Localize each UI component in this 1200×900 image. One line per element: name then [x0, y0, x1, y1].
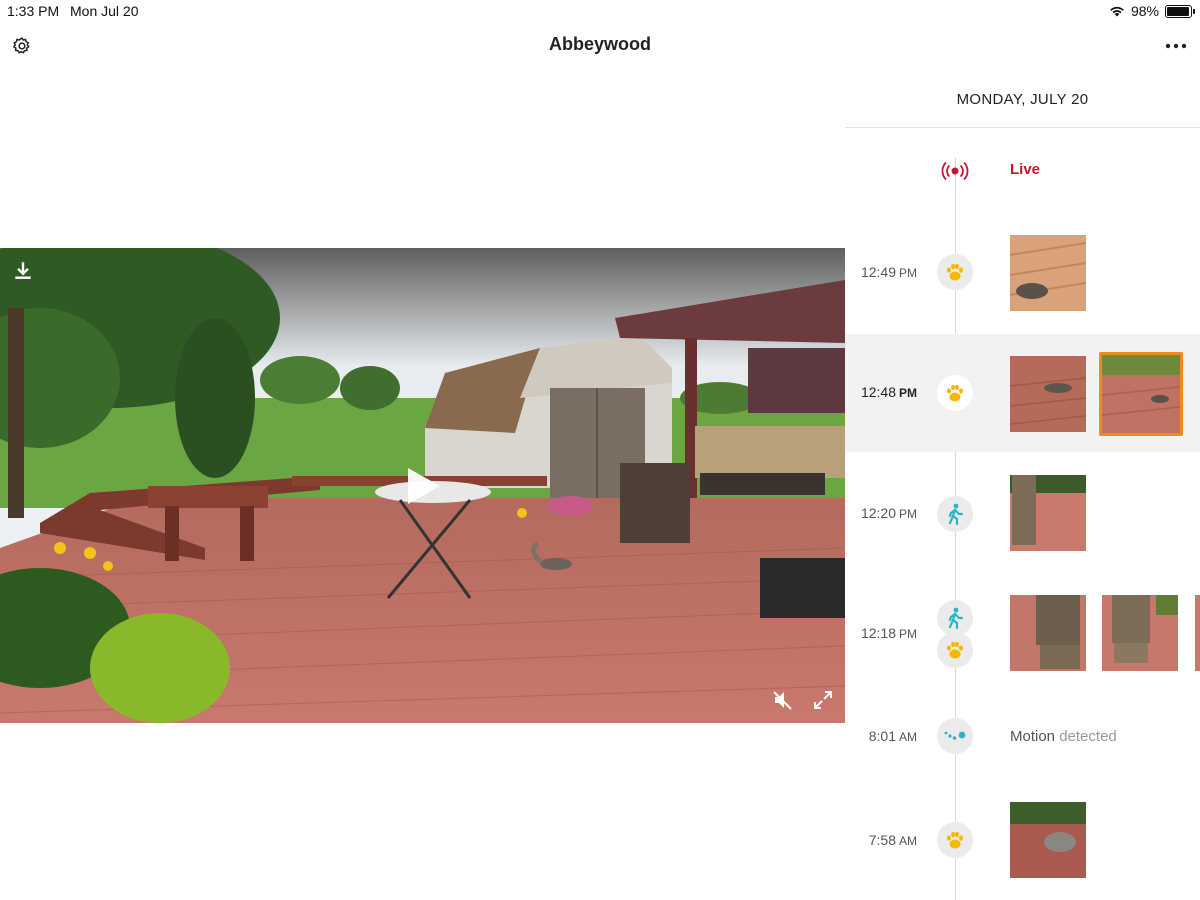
- page-title: Abbeywood: [549, 34, 651, 54]
- status-bar: 1:33 PM Mon Jul 20 98%: [0, 0, 1200, 24]
- timeline-event-row-selected[interactable]: 12:48 PM: [845, 334, 1200, 452]
- person-walking-icon: [948, 607, 964, 629]
- event-thumbnail[interactable]: [1102, 595, 1178, 671]
- ellipsis-icon[interactable]: [1164, 36, 1188, 56]
- speaker-muted-icon[interactable]: [772, 689, 794, 711]
- event-time: 12:18 PM: [860, 625, 917, 641]
- wifi-icon: [1110, 6, 1124, 17]
- event-node-secondary: [937, 632, 973, 668]
- paw-icon: [947, 831, 963, 849]
- event-time: 12:48 PM: [860, 384, 917, 400]
- paw-icon: [947, 263, 963, 281]
- event-time: 8:01 AM: [868, 728, 917, 744]
- timeline-panel: MONDAY, JULY 20 Live 12:49 PM 12:48 PM 1…: [845, 72, 1200, 900]
- timeline-event-row[interactable]: 12:49 PM: [845, 224, 1200, 324]
- event-time: 12:20 PM: [860, 505, 917, 521]
- live-broadcast-icon: [941, 161, 969, 181]
- timeline-live-row[interactable]: Live: [845, 158, 1200, 188]
- battery-percent: 98%: [1130, 3, 1159, 19]
- event-thumbnail[interactable]: [1010, 475, 1086, 551]
- nav-bar: Abbeywood: [0, 24, 1200, 68]
- event-thumbnail[interactable]: [1010, 235, 1086, 311]
- person-walking-icon: [948, 503, 964, 525]
- status-right: 98%: [1109, 3, 1195, 19]
- event-thumbnail-partial[interactable]: [1195, 595, 1200, 671]
- event-node: [937, 600, 973, 636]
- timeline-date-header: MONDAY, JULY 20: [845, 72, 1200, 128]
- timeline-event-row[interactable]: 12:20 PM: [845, 464, 1200, 564]
- battery-icon: [1165, 4, 1195, 18]
- live-label: Live: [1010, 161, 1041, 178]
- event-thumbnail-active[interactable]: [1099, 352, 1183, 436]
- download-icon[interactable]: [12, 260, 34, 282]
- paw-icon: [947, 384, 963, 402]
- status-date: Mon Jul 20: [70, 3, 139, 19]
- event-thumbnail[interactable]: [1010, 595, 1086, 671]
- event-node: [937, 496, 973, 532]
- timeline-event-row[interactable]: 12:18 PM: [845, 584, 1200, 684]
- paw-icon: [947, 641, 963, 659]
- event-node: [937, 254, 973, 290]
- expand-icon[interactable]: [812, 689, 834, 711]
- timeline-event-row-motion[interactable]: 8:01 AM Motion detected: [845, 714, 1200, 758]
- status-time: 1:33 PM: [7, 3, 60, 19]
- event-thumbnail[interactable]: [1010, 356, 1086, 432]
- timeline-event-row[interactable]: 7:58 AM: [845, 790, 1200, 890]
- play-icon[interactable]: [402, 466, 442, 506]
- event-node: [937, 718, 973, 754]
- event-time: 7:58 AM: [868, 832, 917, 848]
- event-time: 12:49 PM: [860, 264, 917, 280]
- event-thumbnail[interactable]: [1010, 802, 1086, 878]
- motion-dots-icon: [944, 731, 966, 740]
- motion-label: Motion detected: [1010, 728, 1117, 745]
- event-node: [937, 822, 973, 858]
- video-player[interactable]: [0, 248, 845, 723]
- event-node: [937, 375, 973, 411]
